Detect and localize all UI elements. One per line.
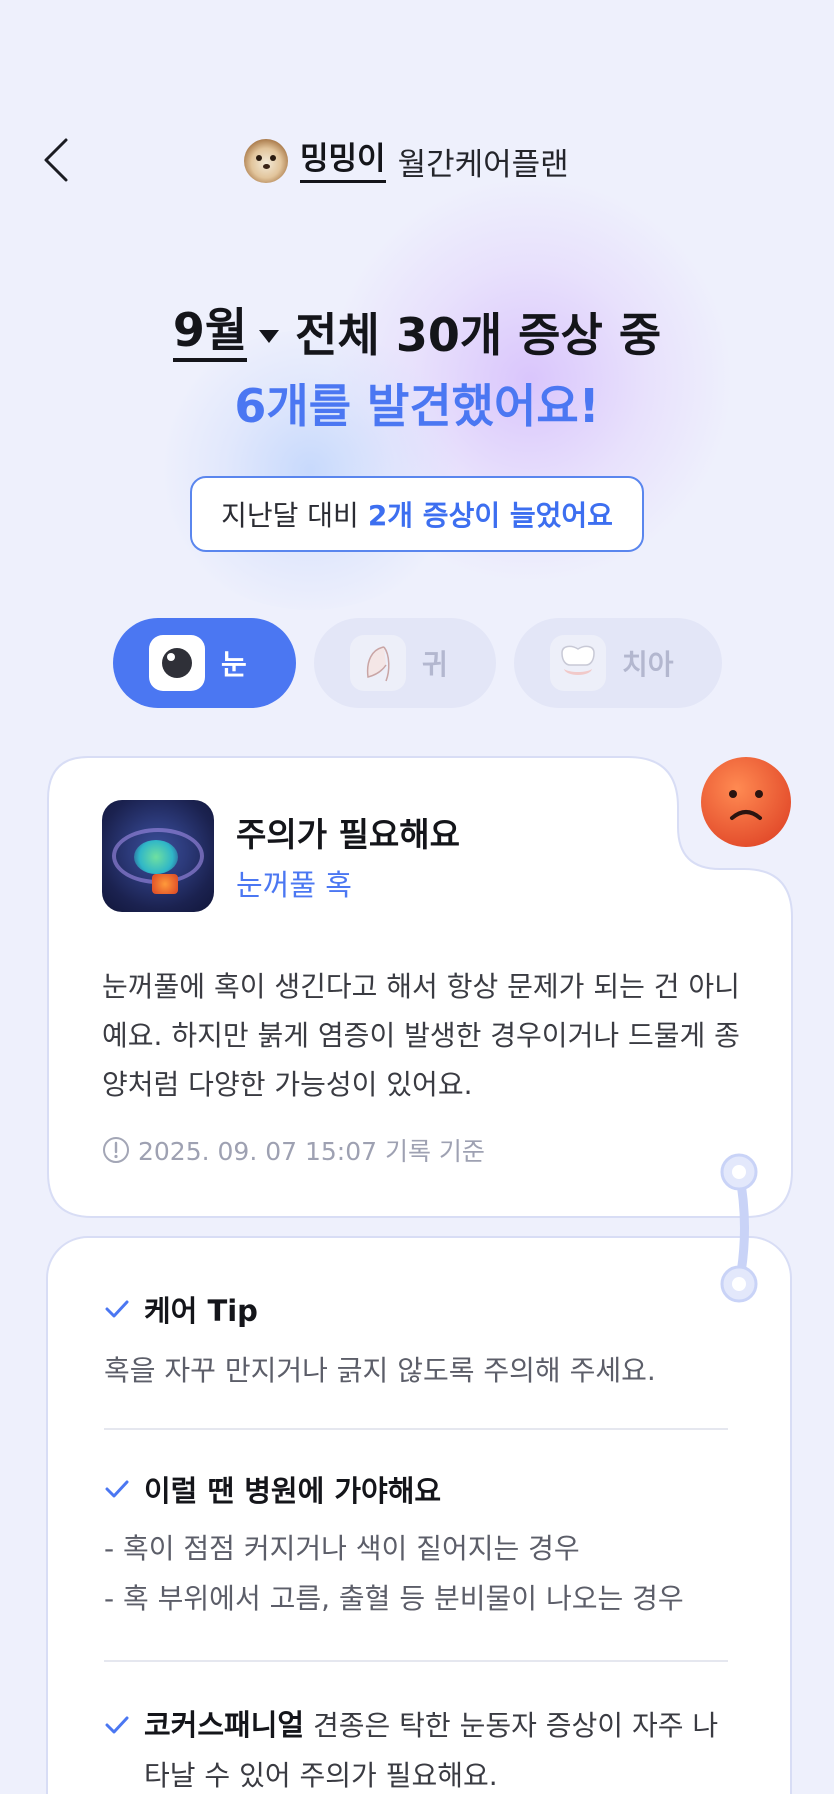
symptom-description: 눈꺼풀에 혹이 생긴다고 해서 항상 문제가 되는 건 아니예요. 하지만 붉게…: [102, 970, 740, 1101]
hospital-item: - 혹 부위에서 고름, 출혈 등 분비물이 나오는 경우: [104, 1582, 684, 1615]
divider: [104, 1428, 728, 1430]
check-icon: [105, 1716, 129, 1734]
status-title: 주의가 필요해요: [236, 815, 461, 854]
tooth-icon: [550, 635, 606, 691]
month-label: 9월: [172, 302, 248, 362]
care-tips-card: 케어 Tip 혹을 자꾸 만지거나 긁지 않도록 주의해 주세요. 이럴 땐 병…: [46, 1236, 792, 1794]
found-count-text: 6개를 발견했어요!: [234, 379, 600, 433]
eye-icon: [149, 635, 205, 691]
breed-note-section: 코커스패니얼 견종은 탁한 눈동자 증상이 자주 나타날 수 있어 주의가 필요…: [104, 1700, 728, 1794]
hospital-title: 이럴 땐 병원에 가야해요: [144, 1474, 442, 1508]
check-icon: [105, 1300, 129, 1318]
header-title-group: 밍밍이 월간케어플랜: [244, 136, 569, 186]
symptom-thumbnail: [102, 800, 214, 912]
tab-eye[interactable]: 눈: [113, 618, 296, 708]
tab-teeth-label: 치아: [622, 648, 674, 681]
monthly-summary: 9월 전체 30개 증상 중 6개를 발견했어요!: [0, 300, 834, 438]
care-tip-title: 케어 Tip: [144, 1294, 258, 1328]
comparison-prefix: 지난달 대비: [221, 499, 359, 532]
tab-ear[interactable]: 귀: [314, 618, 496, 708]
tab-teeth[interactable]: 치아: [514, 618, 722, 708]
symptom-name: 눈꺼풀 혹: [236, 868, 352, 902]
record-timestamp-text: 2025. 09. 07 15:07 기록 기준: [138, 1137, 485, 1166]
ear-icon: [350, 635, 406, 691]
hospital-section: 이럴 땐 병원에 가야해요 - 혹이 점점 커지거나 색이 짙어지는 경우 - …: [104, 1468, 728, 1624]
record-timestamp: 2025. 09. 07 15:07 기록 기준: [102, 1132, 485, 1168]
check-icon: [105, 1480, 129, 1498]
top-bar: 밍밍이 월간케어플랜: [0, 128, 834, 192]
page-title: 월간케어플랜: [397, 146, 569, 183]
pet-name[interactable]: 밍밍이: [300, 139, 386, 183]
care-tip-section: 케어 Tip 혹을 자꾸 만지거나 긁지 않도록 주의해 주세요.: [104, 1288, 728, 1396]
chevron-left-icon: [44, 138, 68, 182]
tab-ear-label: 귀: [422, 648, 448, 681]
pet-avatar: [244, 139, 288, 183]
sad-face-icon: [701, 757, 791, 847]
comparison-highlight: 2개 증상이 늘었어요: [367, 499, 613, 532]
monthly-comparison-badge: 지난달 대비 2개 증상이 늘었어요: [190, 476, 644, 552]
divider: [104, 1660, 728, 1662]
caret-down-icon: [259, 329, 280, 343]
hospital-item: - 혹이 점점 커지거나 색이 짙어지는 경우: [104, 1532, 580, 1565]
care-tip-body: 혹을 자꾸 만지거나 긁지 않도록 주의해 주세요.: [104, 1354, 656, 1387]
month-selector[interactable]: 9월: [172, 302, 295, 362]
back-button[interactable]: [40, 132, 80, 188]
tab-eye-label: 눈: [221, 648, 247, 681]
card-connector: [720, 1153, 758, 1303]
summary-text: 전체 30개 증상 중: [295, 308, 662, 362]
info-icon: [103, 1137, 129, 1163]
breed-name: 코커스패니얼: [144, 1708, 305, 1742]
